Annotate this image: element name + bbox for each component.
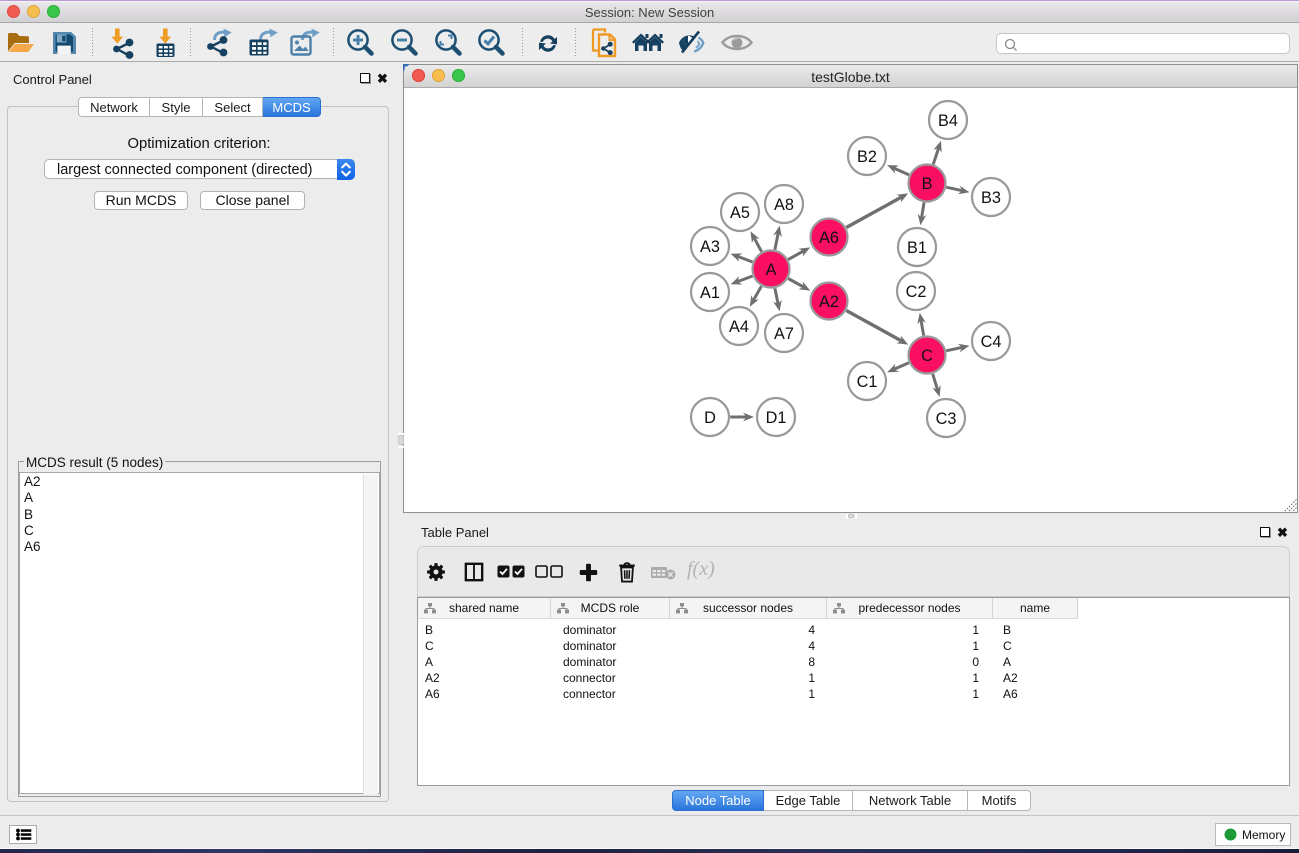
svg-text:C3: C3	[936, 410, 957, 428]
svg-text:D: D	[704, 409, 716, 427]
svg-text:B4: B4	[938, 112, 958, 130]
svg-text:A4: A4	[729, 318, 749, 336]
svg-text:C1: C1	[857, 373, 878, 391]
svg-text:D1: D1	[766, 409, 787, 427]
svg-text:B2: B2	[857, 148, 877, 166]
svg-text:A3: A3	[700, 238, 720, 256]
svg-text:B1: B1	[907, 239, 927, 257]
svg-text:A8: A8	[774, 196, 794, 214]
svg-text:C2: C2	[906, 283, 927, 301]
svg-text:A5: A5	[730, 204, 750, 222]
svg-text:B: B	[922, 175, 933, 193]
svg-text:A6: A6	[819, 229, 839, 247]
svg-text:B3: B3	[981, 189, 1001, 207]
svg-text:C: C	[921, 347, 933, 365]
svg-text:A7: A7	[774, 325, 794, 343]
svg-text:C4: C4	[981, 333, 1002, 351]
svg-text:A1: A1	[700, 284, 720, 302]
svg-text:A2: A2	[819, 293, 839, 311]
svg-text:A: A	[766, 261, 777, 279]
